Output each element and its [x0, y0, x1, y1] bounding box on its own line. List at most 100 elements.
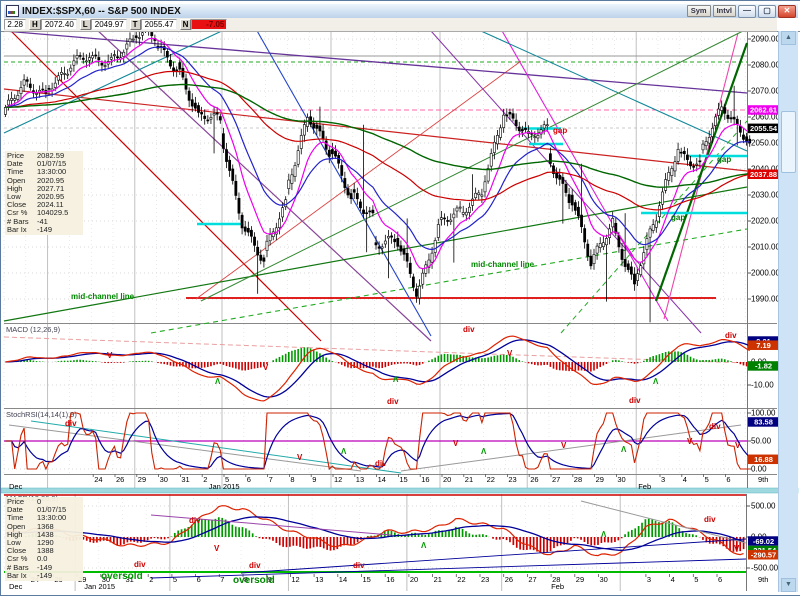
chart-window: 2090.002080.002070.002060.002050.002040.… — [0, 0, 800, 596]
candle-body — [347, 188, 349, 195]
maximize-button[interactable]: ▢ — [758, 5, 776, 18]
candle-body — [60, 72, 62, 74]
candle-body — [534, 137, 536, 138]
date-axis-right-label: 9th — [758, 475, 768, 484]
date-axis-label: 23 — [481, 575, 489, 584]
candle-body — [584, 229, 586, 242]
window-titlebar[interactable]: INDEX:$SPX,60 -- S&P 500 INDEX Sym Intvl… — [4, 4, 798, 18]
quote-field-value: 2072.40 — [41, 19, 77, 30]
candle-body — [95, 55, 97, 56]
candle-body — [67, 74, 69, 75]
candle-body — [521, 129, 523, 130]
minimize-button[interactable]: — — [738, 5, 756, 18]
macd-panel-label: MACD (12,26,9) — [6, 325, 61, 334]
annotation-gap: gap — [717, 155, 731, 164]
pivot-marker: Λ — [621, 445, 627, 454]
candle-body — [640, 266, 642, 275]
candle-body — [141, 33, 143, 35]
vertical-scrollbar[interactable]: ▲ ▼ — [778, 31, 798, 592]
candle-body — [375, 243, 377, 245]
candle-body — [344, 178, 346, 187]
candle-body — [350, 194, 352, 199]
candle-body — [42, 89, 44, 90]
date-axis-label: 26 — [505, 575, 513, 584]
candle-body — [556, 173, 558, 178]
candle-body — [291, 175, 293, 184]
pivot-marker: V — [107, 351, 113, 360]
candle-body — [730, 118, 732, 119]
candle-body — [565, 184, 567, 192]
annotation-div: div — [387, 397, 399, 406]
candle-body — [244, 227, 246, 231]
candle-body — [462, 212, 464, 214]
sym-button[interactable]: Sym — [687, 5, 711, 17]
candle-body — [225, 150, 227, 162]
date-axis-label: 12 — [334, 475, 342, 484]
date-axis-label: 16 — [386, 575, 394, 584]
candle-body — [79, 55, 81, 56]
date-axis-label: 20 — [443, 475, 451, 484]
cursor-data-panel-bottom: Price0Date01/07/15Time13:30:00Open1368Hi… — [5, 497, 83, 581]
candle-body — [166, 51, 168, 57]
candle-body — [176, 70, 178, 71]
candle-body — [512, 114, 514, 119]
scrollbar-thumb[interactable] — [781, 111, 796, 173]
candle-body — [693, 166, 695, 167]
candle-body — [331, 149, 333, 153]
candle-body — [468, 207, 470, 212]
candle-body — [742, 135, 744, 139]
candle-body — [281, 208, 283, 217]
date-axis-label: 4 — [683, 475, 687, 484]
candle-body — [736, 119, 738, 124]
data-row: Bar Ix-149 — [7, 226, 81, 234]
ma-price-badge: 2062.61 — [750, 106, 777, 115]
candle-body — [571, 195, 573, 205]
candle-body — [403, 249, 405, 254]
candle-body — [422, 273, 424, 284]
candle-body — [216, 113, 218, 114]
candle-body — [219, 117, 221, 121]
scroll-up-arrow[interactable]: ▲ — [781, 31, 796, 45]
pivot-marker: V — [214, 544, 220, 553]
date-axis-label: 21 — [465, 475, 473, 484]
candle-body — [210, 117, 212, 119]
candle-body — [487, 168, 489, 181]
date-axis-label: 29 — [138, 475, 146, 484]
date-axis-label: 6 — [718, 575, 722, 584]
candle-body — [92, 56, 94, 58]
candle-body — [689, 162, 691, 166]
candle-body — [493, 142, 495, 152]
date-axis-label: 29 — [596, 475, 604, 484]
annotation-div: div — [463, 325, 475, 334]
candle-body — [727, 115, 729, 118]
price-axis-label: 2070.00 — [751, 87, 780, 96]
candle-body — [26, 80, 28, 82]
pivot-marker: V — [297, 453, 303, 462]
candle-body — [630, 267, 632, 274]
candle-body — [478, 193, 480, 195]
candle-body — [48, 88, 50, 89]
intvl-button[interactable]: Intvl — [713, 5, 736, 17]
candle-body — [587, 244, 589, 256]
candle-body — [132, 39, 134, 40]
annotation-div: div — [65, 419, 77, 428]
candle-body — [515, 120, 517, 126]
date-axis-label: 6 — [247, 475, 251, 484]
candle-body — [362, 210, 364, 214]
scroll-down-arrow[interactable]: ▼ — [781, 578, 796, 592]
date-axis-label: 26 — [530, 475, 538, 484]
candle-body — [381, 247, 383, 248]
date-axis-label: 15 — [363, 575, 371, 584]
pivot-marker: V — [735, 441, 741, 450]
annotation-div: div — [134, 560, 146, 569]
candle-body — [406, 253, 408, 261]
price-axis-label: 2090.00 — [751, 35, 780, 44]
close-button[interactable]: ✕ — [778, 5, 796, 18]
candle-body — [412, 277, 414, 287]
candle-body — [266, 241, 268, 250]
candle-body — [182, 68, 184, 77]
candle-body — [179, 63, 181, 69]
date-axis-label: 12 — [291, 575, 299, 584]
candle-body — [390, 236, 392, 237]
candle-body — [247, 228, 249, 232]
